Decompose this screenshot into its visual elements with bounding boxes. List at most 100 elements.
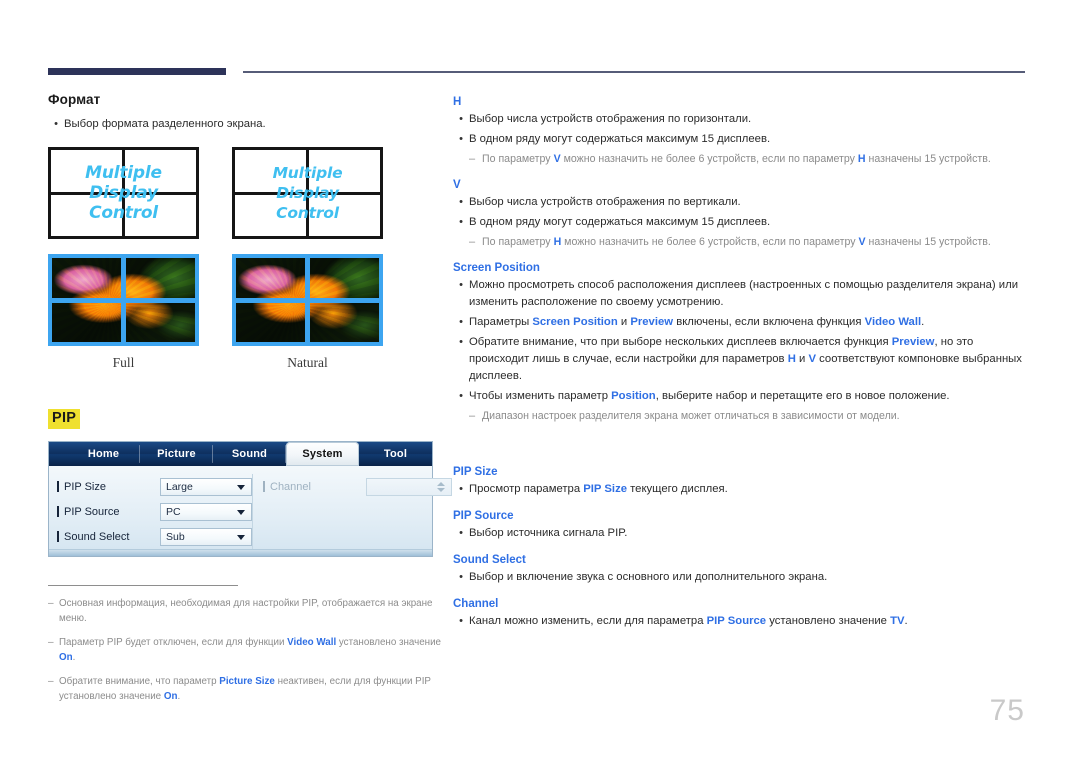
v-note: – По параметру H можно назначить не боле… [469, 234, 1025, 250]
spinner-down-icon[interactable] [437, 487, 445, 492]
term-position: Position [611, 390, 656, 402]
footnote-term-picture-size: Picture Size [219, 676, 275, 687]
term-pip-source: PIP Source [706, 615, 767, 627]
header-rule-line [243, 71, 1025, 73]
chevron-down-icon [237, 509, 245, 515]
left-column: Формат • Выбор формата разделенного экра… [48, 92, 452, 713]
bullet-marker: • [459, 133, 463, 145]
note-term-v: V [553, 153, 561, 165]
footnote-1: – Основная информация, необходимая для н… [48, 596, 443, 626]
term-h: H [787, 353, 796, 365]
footnote-marker: – [48, 637, 54, 648]
sp-bullet-1: • Можно просмотреть способ расположения … [453, 277, 1025, 311]
page-title: Формат [48, 92, 101, 107]
osd-left-fields: PIP Size Large PIP Source PC Sound Selec… [57, 474, 252, 549]
term-preview: Preview [891, 336, 935, 348]
pip-size-bullet: • Просмотр параметра PIP Size текущего д… [453, 481, 1025, 498]
pip-source-bullet-text: Выбор источника сигнала PIP. [469, 527, 628, 539]
osd-row-pip-source[interactable]: PIP Source PC [57, 499, 252, 524]
term-screen-position: Screen Position [532, 316, 618, 328]
term-video-wall: Video Wall [864, 316, 922, 328]
h-note: – По параметру V можно назначить не боле… [469, 151, 1025, 167]
panel-divider-horizontal [236, 297, 379, 303]
footnote-term-video-wall: Video Wall [287, 637, 337, 648]
bullet-marker: • [54, 118, 58, 130]
footnote-2-text: Параметр PIP будет отключен, если для фу… [59, 637, 442, 663]
osd-spinner-channel[interactable] [366, 477, 452, 496]
osd-tab-system[interactable]: System [286, 442, 359, 466]
header-accent-bar [48, 68, 226, 75]
osd-body: PIP Size Large PIP Source PC Sound Selec… [49, 466, 452, 549]
sound-select-bullet-text: Выбор и включение звука с основного или … [469, 571, 828, 583]
figure-caption-natural: Natural [287, 355, 328, 370]
osd-select-sound-select[interactable]: Sub [160, 527, 252, 546]
term-tv: TV [890, 615, 905, 627]
spinner-up-icon[interactable] [437, 481, 445, 486]
term-pip-size: PIP Size [583, 483, 627, 495]
bullet-marker: • [459, 279, 463, 291]
photo-panel-natural [232, 254, 383, 346]
wireframe-panel-full: Multiple Display Control [48, 147, 199, 239]
sp-bullet-2: • Параметры Screen Position и Preview вк… [453, 314, 1025, 331]
sp-bullet-1-text: Можно просмотреть способ расположения ди… [469, 279, 1019, 308]
osd-select-pip-source[interactable]: PC [160, 502, 252, 521]
sp-bullet-3: • Обратите внимание, что при выборе неск… [453, 334, 1025, 385]
osd-tab-sound[interactable]: Sound [213, 442, 286, 466]
osd-label-pip-size: PIP Size [57, 481, 160, 493]
heading-screen-position: Screen Position [453, 262, 540, 274]
page-number: 75 [989, 694, 1025, 727]
pip-size-bullet-text: Просмотр параметра PIP Size текущего дис… [469, 483, 728, 495]
h-bullet-2-text: В одном ряду могут содержаться максимум … [469, 133, 771, 145]
osd-right-fields: Channel [252, 474, 452, 549]
v-bullet-1: • Выбор числа устройств отображения по в… [453, 194, 1025, 211]
h-note-text: По параметру V можно назначить не более … [482, 153, 991, 165]
format-bullet-text: Выбор формата разделенного экрана. [64, 118, 266, 130]
pip-section-badge: PIP [48, 409, 81, 429]
footnote-2: – Параметр PIP будет отключен, если для … [48, 635, 443, 665]
footnote-3-text: Обратите внимание, что параметр Picture … [59, 676, 431, 702]
osd-label-sound-select: Sound Select [57, 531, 160, 543]
osd-menu-mock[interactable]: Home Picture Sound System Tool PIP Size … [48, 441, 452, 557]
display-format-figures: Multiple Display Control Multiple Displa… [48, 147, 398, 371]
pip-source-bullet: • Выбор источника сигнала PIP. [453, 525, 1025, 542]
bullet-marker: • [459, 113, 463, 125]
osd-tab-tool[interactable]: Tool [359, 442, 432, 466]
footnote-term-on: On [163, 691, 178, 702]
bullet-marker: • [459, 316, 463, 328]
osd-tab-home[interactable]: Home [67, 442, 140, 466]
h-bullet-1-text: Выбор числа устройств отображения по гор… [469, 113, 752, 125]
channel-bullet: • Канал можно изменить, если для парамет… [453, 613, 1025, 630]
photo-panel-full [48, 254, 199, 346]
osd-tab-bar[interactable]: Home Picture Sound System Tool [49, 442, 432, 466]
v-bullet-2-text: В одном ряду могут содержаться максимум … [469, 216, 771, 228]
sp-bullet-2-text: Параметры Screen Position и Preview вклю… [469, 316, 925, 328]
osd-tab-picture[interactable]: Picture [140, 442, 213, 466]
heading-v: V [453, 179, 461, 191]
panel-divider-horizontal [235, 191, 380, 195]
bullet-marker: • [459, 615, 463, 627]
bullet-marker: • [459, 216, 463, 228]
note-marker: – [469, 236, 476, 248]
heading-sound-select: Sound Select [453, 554, 526, 566]
sp-bullet-3-text: Обратите внимание, что при выборе нескол… [469, 336, 1022, 382]
note-marker: – [469, 410, 476, 422]
channel-bullet-text: Канал можно изменить, если для параметра… [469, 615, 908, 627]
osd-footer-strip [49, 549, 432, 556]
panel-divider-horizontal [52, 297, 195, 303]
heading-channel: Channel [453, 598, 499, 610]
h-bullet-1: • Выбор числа устройств отображения по г… [453, 111, 1025, 128]
sp-note: – Диапазон настроек разделителя экрана м… [469, 408, 1025, 424]
bullet-marker: • [459, 571, 463, 583]
bullet-marker: • [459, 196, 463, 208]
heading-h: H [453, 96, 462, 108]
footnote-marker: – [48, 676, 54, 687]
sp-note-text: Диапазон настроек разделителя экрана мож… [482, 410, 900, 422]
osd-select-pip-size[interactable]: Large [160, 477, 252, 496]
osd-row-channel: Channel [263, 474, 452, 499]
osd-row-pip-size[interactable]: PIP Size Large [57, 474, 252, 499]
sound-select-bullet: • Выбор и включение звука с основного ил… [453, 569, 1025, 586]
term-v: V [808, 353, 817, 365]
heading-pip-size: PIP Size [453, 466, 498, 478]
footnote-term-on: On [59, 652, 73, 663]
osd-row-sound-select[interactable]: Sound Select Sub [57, 524, 252, 549]
